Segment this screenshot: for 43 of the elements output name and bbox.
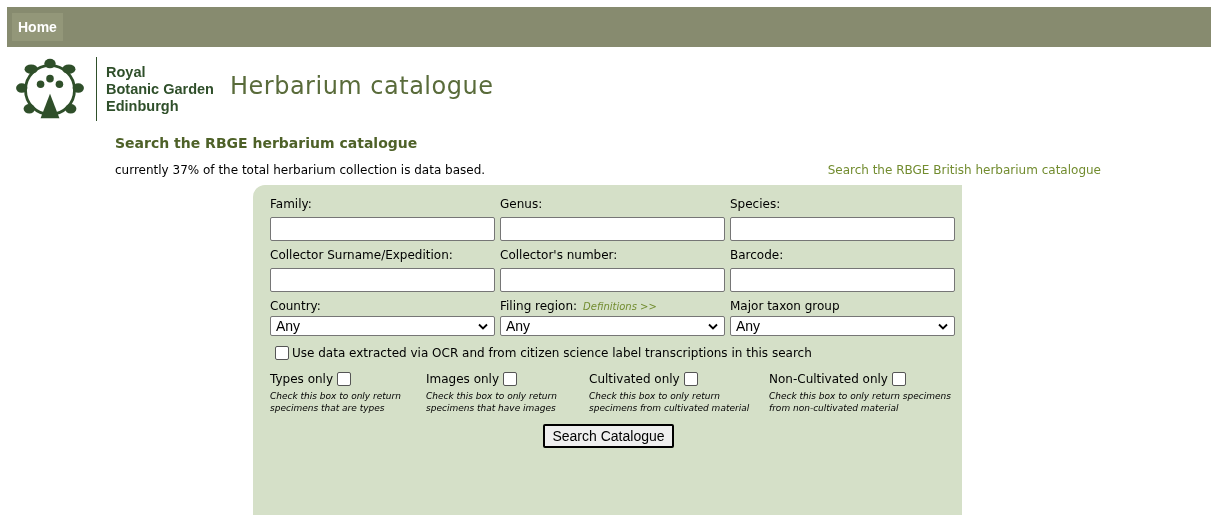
chevron-down-icon bbox=[708, 322, 718, 330]
checkbox[interactable] bbox=[337, 372, 351, 386]
field-label: Major taxon group bbox=[730, 299, 840, 313]
dropdown[interactable]: Any bbox=[270, 316, 495, 336]
input-field[interactable] bbox=[500, 217, 725, 241]
field-label: Collector's number: bbox=[500, 248, 618, 262]
hint-text: Check this box to only return specimens that are types bbox=[270, 390, 402, 414]
dropdown[interactable]: Any bbox=[730, 316, 955, 336]
hint-text: Check this box to only return specimens from cultivated material bbox=[589, 390, 751, 414]
field-label: Barcode: bbox=[730, 248, 784, 262]
checkbox[interactable] bbox=[275, 346, 289, 360]
hint-text: Check this box to only return specimens from non-cultivated material bbox=[769, 390, 952, 414]
chevron-down-icon bbox=[478, 322, 488, 330]
chevron-down-icon bbox=[938, 322, 948, 330]
checkbox-label: Non-Cultivated only bbox=[769, 372, 888, 386]
checkbox-label: Images only bbox=[426, 372, 500, 386]
field-label: Genus: bbox=[500, 197, 543, 211]
field-label: Filing region: bbox=[500, 299, 578, 313]
dropdown[interactable]: Any bbox=[500, 316, 725, 336]
checkbox[interactable] bbox=[891, 372, 906, 386]
input-field[interactable] bbox=[500, 268, 725, 292]
input-field[interactable] bbox=[270, 217, 495, 241]
section-heading: Search the RBGE herbarium catalogue bbox=[115, 134, 419, 151]
organization-name: Botanic Garden bbox=[106, 80, 214, 98]
search-button[interactable]: Search Catalogue bbox=[543, 424, 674, 448]
organization-name: Edinburgh bbox=[106, 97, 180, 115]
input-field[interactable] bbox=[730, 217, 955, 241]
checkbox[interactable] bbox=[503, 372, 518, 386]
field-label: Country: bbox=[270, 299, 321, 313]
input-field[interactable] bbox=[730, 268, 955, 292]
hint-text: Check this box to only return specimens that have images bbox=[426, 390, 558, 414]
field-label: Family: bbox=[270, 197, 312, 211]
checkbox-label: Types only bbox=[270, 372, 333, 386]
input-field[interactable] bbox=[270, 268, 495, 292]
coverage-note: currently 37% of the total herbarium collection is data based. bbox=[115, 163, 486, 177]
organization-name: Royal bbox=[106, 63, 147, 81]
field-label: Collector Surname/Expedition: bbox=[270, 248, 453, 262]
checkbox-label: Cultivated only bbox=[589, 372, 680, 386]
page-title: Herbarium catalogue bbox=[229, 72, 494, 100]
checkbox-label: Use data extracted via OCR and from citizen science label transcriptions in this search bbox=[292, 346, 812, 360]
british-catalogue-link[interactable]: Search the RBGE British herbarium catalogue bbox=[827, 163, 1101, 177]
checkbox[interactable] bbox=[683, 372, 698, 386]
field-label: Species: bbox=[730, 197, 781, 211]
